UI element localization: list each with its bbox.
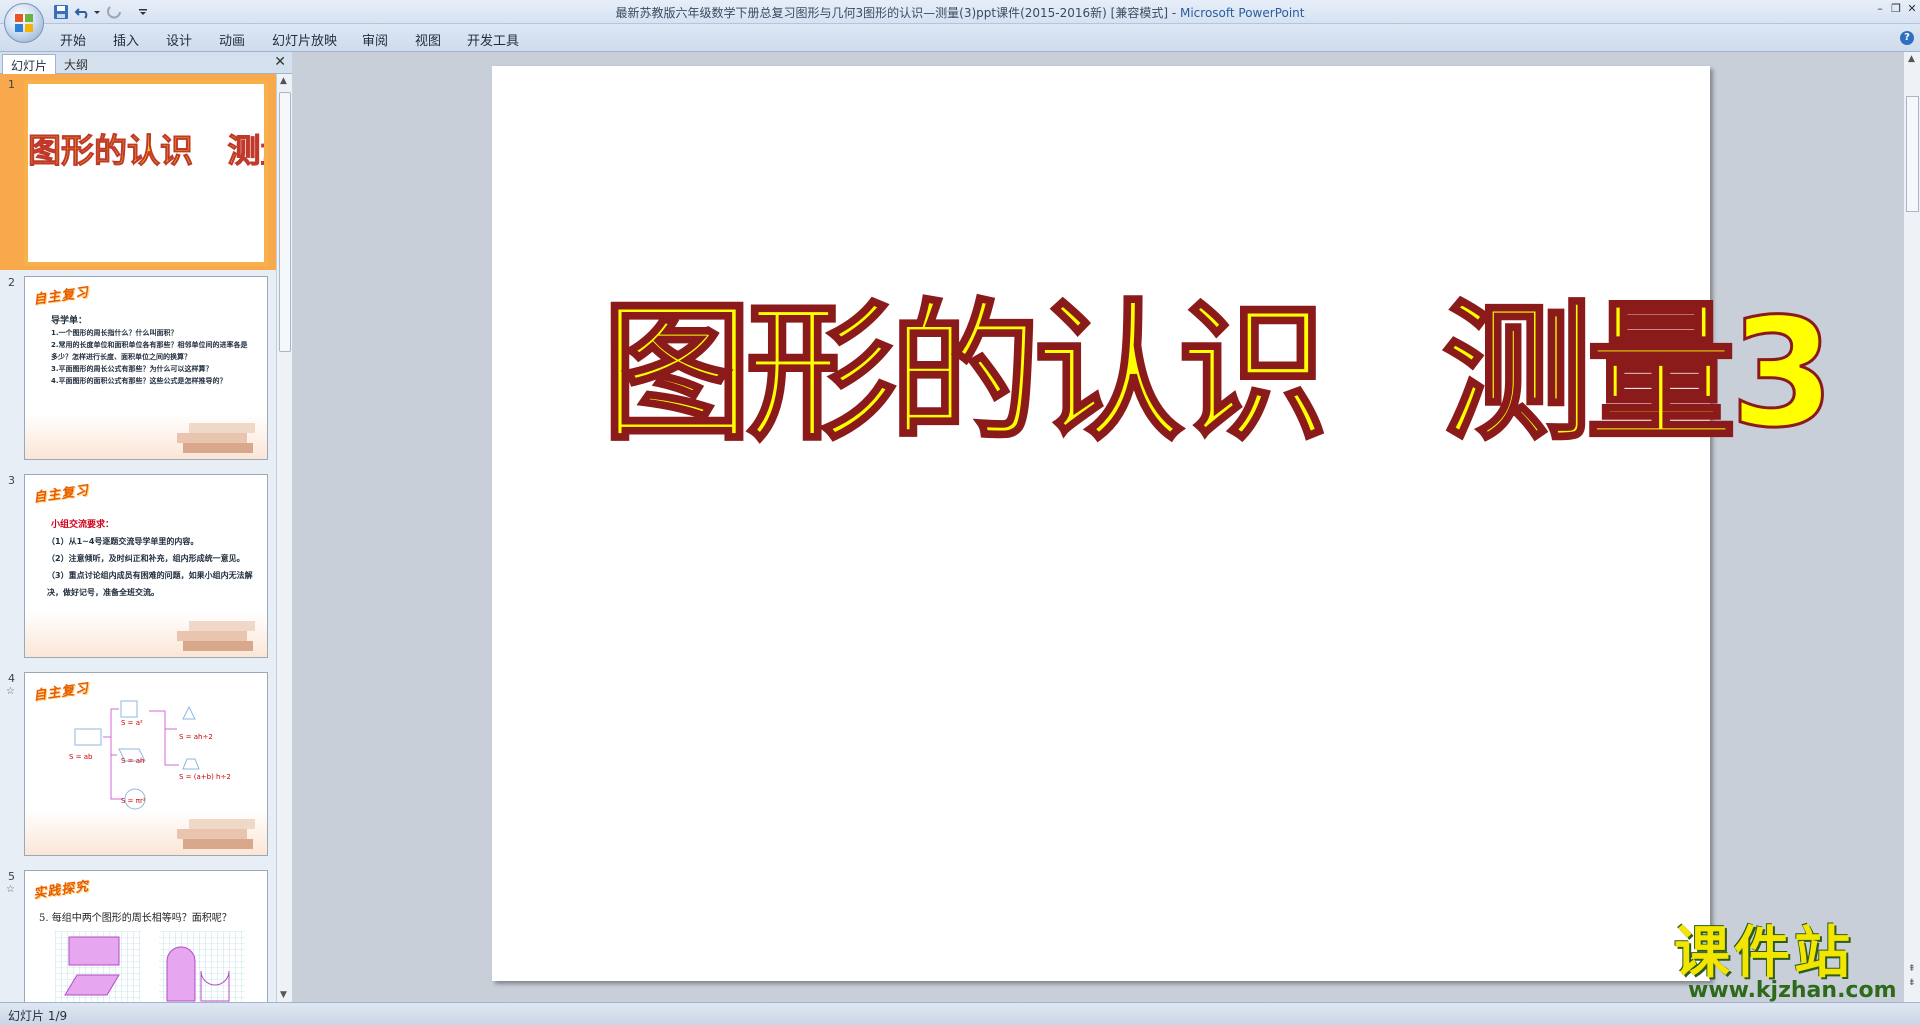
close-icon[interactable]: ✕: [1904, 2, 1920, 16]
formula-triangle-area: S = ah÷2: [179, 733, 213, 741]
books-decoration-icon: [177, 621, 255, 651]
thumbnail-number: 1: [8, 78, 15, 91]
thumbnail-heading: 小组交流要求：: [51, 520, 115, 530]
watermark-url: www.kjzhan.com: [1688, 978, 1897, 1003]
watermark-text: 课件站: [1674, 921, 1854, 986]
minimize-icon[interactable]: –: [1872, 2, 1888, 16]
scroll-down-icon[interactable]: ▼: [280, 990, 287, 1000]
tab-insert[interactable]: 插入: [113, 30, 139, 49]
watermark-logo: 课件站 www.kjzhan.com: [1668, 924, 1908, 1004]
thumbnail-row-4[interactable]: 4 ☆ 自主复习 S = ab S = a² S = ah S = ah÷2 S…: [0, 668, 276, 864]
thumbnail-row-1[interactable]: 1 图形的认识 测量3: [0, 74, 276, 270]
tab-view[interactable]: 视图: [415, 30, 441, 49]
formula-parallelogram-area: S = ah: [121, 757, 145, 765]
thumbnail-list: 1 图形的认识 测量3 2 自主复习 导学单： 1.一个图形的周长指什么？什么叫…: [0, 74, 276, 1002]
tab-outline[interactable]: 大纲: [56, 54, 96, 74]
next-slide-icon[interactable]: ⇟: [1908, 978, 1916, 988]
thumbnail-question: 5. 每组中两个图形的周长相等吗？面积呢？: [39, 913, 232, 924]
tab-home[interactable]: 开始: [60, 30, 86, 49]
restore-icon[interactable]: ❐: [1888, 2, 1904, 16]
tab-slideshow[interactable]: 幻灯片放映: [272, 30, 337, 49]
slide-title[interactable]: 图形的认识 测量3: [600, 284, 1835, 464]
thumbnail-body: 1.一个图形的周长指什么？什么叫面积？ 2.常用的长度单位和面积单位各有那些？相…: [51, 327, 251, 387]
thumbnail-line: 3.平面图形的周长公式有那些？为什么可以这样算？: [51, 365, 213, 373]
formula-rect-area: S = ab: [69, 753, 93, 761]
app-name: Microsoft PowerPoint: [1179, 6, 1305, 20]
animation-star-icon: ☆: [6, 686, 15, 697]
thumbnail-row-3[interactable]: 3 自主复习 小组交流要求： （1）从1~4号逐题交流导学单里的内容。 （2）注…: [0, 470, 276, 666]
thumbnail-row-2[interactable]: 2 自主复习 导学单： 1.一个图形的周长指什么？什么叫面积？ 2.常用的长度单…: [0, 272, 276, 468]
thumbnail-line: （1）从1~4号逐题交流导学单里的内容。: [47, 537, 199, 546]
panel-tabs: 幻灯片 大纲 ✕: [0, 52, 292, 74]
window-title: 最新苏教版六年级数学下册总复习图形与几何3图形的认识—测量(3)ppt课件(20…: [0, 4, 1920, 21]
help-icon[interactable]: ?: [1900, 31, 1914, 45]
previous-slide-icon[interactable]: ⇞: [1908, 964, 1916, 974]
thumbnail-slide-3[interactable]: 自主复习 小组交流要求： （1）从1~4号逐题交流导学单里的内容。 （2）注意倾…: [24, 474, 268, 658]
formula-circle-area: S = πr²: [121, 797, 146, 805]
title-bar: 最新苏教版六年级数学下册总复习图形与几何3图形的认识—测量(3)ppt课件(20…: [0, 0, 1920, 43]
thumbnail-scrollbar[interactable]: ▲ ▼: [276, 74, 292, 1002]
scroll-up-icon[interactable]: ▲: [1908, 54, 1915, 64]
current-slide[interactable]: 图形的认识 测量3: [492, 66, 1836, 981]
tab-animations[interactable]: 动画: [219, 30, 245, 49]
thumbnail-slide-5[interactable]: 实践探究 5. 每组中两个图形的周长相等吗？面积呢？: [24, 870, 268, 1002]
thumbnail-number: 3: [8, 474, 15, 487]
thumbnail-number: 4: [8, 672, 15, 685]
scroll-up-icon[interactable]: ▲: [280, 76, 287, 86]
formula-square-area: S = a²: [121, 719, 143, 727]
slide-title-right: 测量3: [1441, 286, 1836, 463]
thumbnail-line: （3）重点讨论组内成员有困难的问题，如果小组内无法解决，做好记号，准备全班交流。: [47, 571, 253, 597]
ribbon-tabs: 开始 插入 设计 动画 幻灯片放映 审阅 视图 开发工具 ?: [0, 24, 1920, 52]
thumbnail-number: 5: [8, 870, 15, 883]
document-title: 最新苏教版六年级数学下册总复习图形与几何3图形的认识—测量(3)ppt课件(20…: [615, 6, 1180, 20]
thumbnail-slide-4[interactable]: 自主复习 S = ab S = a² S = ah S = ah÷2 S = (…: [24, 672, 268, 856]
shape-grid-figure: [55, 931, 245, 1002]
thumbnail-line: （2）注意倾听，及时纠正和补充，组内形成统一意见。: [47, 554, 245, 563]
thumbnail-line: 2.常用的长度单位和面积单位各有那些？相邻单位间的进率各是多少？怎样进行长度、面…: [51, 341, 248, 361]
slide-counter: 幻灯片 1/9: [8, 1009, 68, 1023]
slide-title-left: 图形的认识: [600, 286, 1329, 463]
books-decoration-icon: [177, 819, 255, 849]
thumbnail-badge: 自主复习: [32, 483, 91, 506]
slides-panel: 幻灯片 大纲 ✕ 1 图形的认识 测量3 2 自主复习 导学单： 1.一个图形的…: [0, 52, 292, 1002]
thumbnail-line: 1.一个图形的周长指什么？什么叫面积？: [51, 329, 178, 337]
panel-close-icon[interactable]: ✕: [274, 54, 286, 70]
animation-star-icon: ☆: [6, 884, 15, 895]
office-logo-icon: [15, 14, 33, 32]
formula-trapezoid-area: S = (a+b) h÷2: [179, 773, 231, 781]
thumbnail-line: 4.平面图形的面积公式有那些？这些公式是怎样推导的？: [51, 377, 227, 385]
status-bar: 幻灯片 1/9: [0, 1002, 1920, 1025]
tab-developer[interactable]: 开发工具: [467, 30, 519, 49]
thumbnail-slide-2[interactable]: 自主复习 导学单： 1.一个图形的周长指什么？什么叫面积？ 2.常用的长度单位和…: [24, 276, 268, 460]
thumbnail-number: 2: [8, 276, 15, 289]
books-decoration-icon: [177, 423, 255, 453]
thumbnail-title: 图形的认识 测量3: [28, 131, 264, 171]
thumbnail-badge: 实践探究: [32, 879, 91, 902]
thumbnail-row-5[interactable]: 5 ☆ 实践探究 5. 每组中两个图形的周长相等吗？面积呢？: [0, 866, 276, 1002]
thumbnail-slide-1[interactable]: 图形的认识 测量3: [24, 80, 268, 266]
thumbnail-body: （1）从1~4号逐题交流导学单里的内容。 （2）注意倾听，及时纠正和补充，组内形…: [47, 533, 253, 601]
thumbnail-badge: 自主复习: [32, 285, 91, 308]
tab-design[interactable]: 设计: [166, 30, 192, 49]
office-button[interactable]: [4, 3, 44, 43]
tab-slides[interactable]: 幻灯片: [2, 54, 57, 74]
thumbnail-heading: 导学单：: [51, 316, 88, 326]
scroll-thumb[interactable]: [279, 92, 291, 352]
scroll-thumb[interactable]: [1906, 96, 1919, 212]
editor-scrollbar[interactable]: ▲ ⇞ ⇟: [1903, 52, 1920, 1002]
tab-review[interactable]: 审阅: [362, 30, 388, 49]
